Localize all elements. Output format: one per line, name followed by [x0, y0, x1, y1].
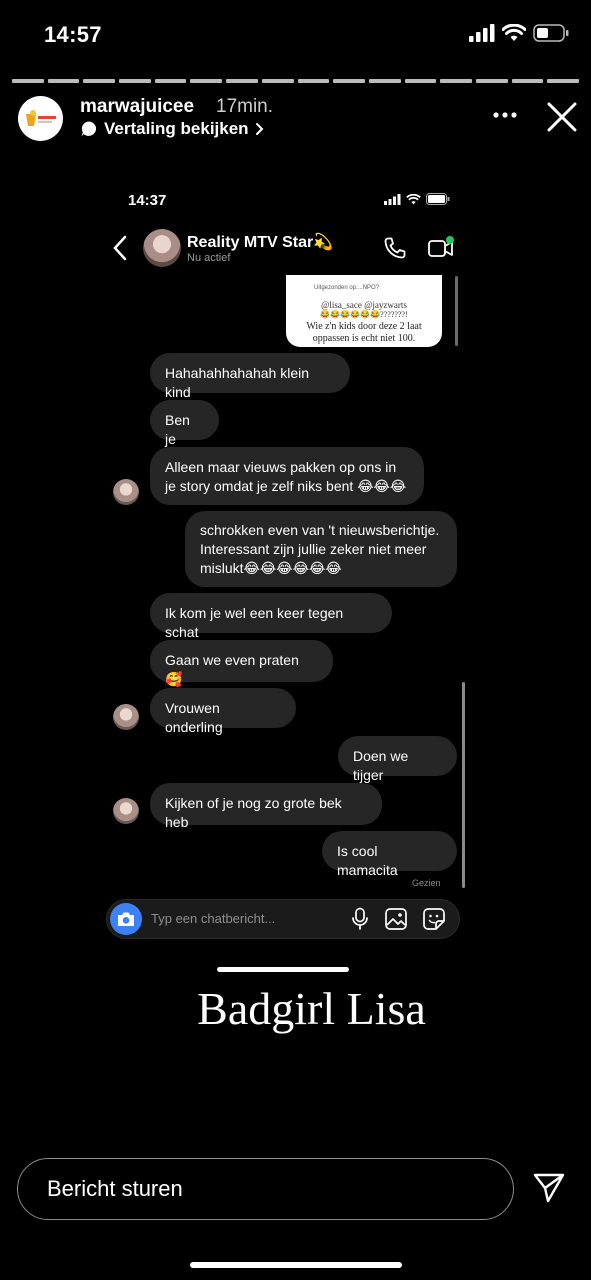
shared-post-card[interactable]: Uitgezonden op....NPO? @lisa_sace @jayzw… — [286, 275, 442, 347]
progress-segment — [547, 79, 579, 83]
online-dot — [446, 236, 454, 244]
progress-segment — [12, 79, 44, 83]
scrollbar-top[interactable] — [455, 276, 458, 346]
microphone-icon[interactable] — [351, 907, 369, 931]
camera-button[interactable] — [110, 903, 142, 935]
inner-status-time: 14:37 — [128, 192, 167, 209]
chat-contact-name[interactable]: Reality MTV Star💫 — [187, 232, 333, 252]
progress-segment — [297, 79, 330, 83]
progress-segment — [368, 79, 401, 83]
progress-segment — [261, 79, 294, 83]
video-call-icon[interactable] — [427, 235, 455, 261]
message-bubble-in[interactable]: Ben je — [150, 400, 219, 447]
inner-status-icons — [384, 193, 450, 205]
shared-post-line-2: oppassen is echt niet 100. — [312, 333, 416, 344]
progress-segment — [47, 79, 80, 83]
progress-segment — [511, 79, 544, 83]
message-bubble-in[interactable]: Hahahahhahahah klein kind — [150, 353, 350, 400]
phone-call-icon[interactable] — [383, 236, 407, 260]
progress-segment — [83, 79, 116, 83]
progress-segment — [190, 79, 223, 83]
progress-segment — [226, 79, 258, 83]
story-username[interactable]: marwajuicee — [80, 96, 194, 118]
close-icon[interactable] — [546, 101, 578, 133]
progress-segment — [119, 79, 151, 83]
progress-segment — [440, 79, 472, 83]
message-bubble-out[interactable]: Doen we tijger — [338, 736, 457, 783]
signal-icon — [384, 193, 401, 205]
juice-logo-icon — [25, 109, 56, 126]
story-time-ago: 17min. — [216, 96, 274, 117]
gallery-icon[interactable] — [384, 907, 408, 931]
progress-segment — [333, 79, 365, 83]
sender-avatar[interactable] — [113, 479, 139, 505]
home-indicator — [190, 1262, 402, 1268]
signal-icon — [469, 24, 495, 42]
chat-avatar[interactable] — [143, 229, 181, 267]
status-bar-time: 14:57 — [44, 22, 102, 47]
status-bar-icons — [469, 24, 569, 42]
message-bubble-in[interactable]: Kijken of je nog zo grote bek heb — [150, 783, 382, 830]
message-bubble-in[interactable]: Ik kom je wel een keer tegen schat — [150, 593, 392, 640]
reply-placeholder[interactable]: Bericht sturen — [47, 1176, 183, 1202]
message-bubble-in[interactable]: Vrouwen onderling — [150, 688, 296, 735]
progress-segment — [404, 79, 437, 83]
translate-link[interactable]: Vertaling bekijken — [80, 119, 265, 139]
story-caption-text: Badgirl Lisa — [197, 983, 426, 1034]
sender-avatar[interactable] — [113, 798, 139, 824]
seen-label: Gezien — [412, 878, 441, 888]
wifi-icon — [502, 24, 526, 41]
inner-home-indicator — [217, 967, 349, 972]
speech-bubble-icon — [81, 121, 97, 137]
story-caption: Badgirl Lisa — [0, 982, 591, 1035]
story-avatar[interactable] — [18, 96, 63, 141]
translate-label: Vertaling bekijken — [104, 119, 249, 138]
battery-icon — [533, 24, 569, 42]
composer-placeholder[interactable]: Typ een chatbericht... — [151, 911, 275, 926]
progress-segment — [154, 79, 187, 83]
message-bubble-out[interactable]: schrokken even van 't nieuwsberichtje. I… — [185, 511, 457, 587]
scrollbar[interactable] — [462, 682, 465, 888]
shared-post-tags: @lisa_sace @jayzwarts — [321, 300, 407, 310]
battery-icon — [426, 193, 450, 205]
more-options-icon[interactable] — [493, 104, 517, 118]
shared-post-emojis: 😂😂😂😂😂😂???????! — [320, 310, 408, 319]
wifi-icon — [406, 193, 421, 204]
sender-avatar[interactable] — [113, 704, 139, 730]
sticker-icon[interactable] — [422, 907, 446, 931]
story-progress-bar — [12, 79, 579, 83]
chat-status: Nu actief — [187, 252, 231, 264]
message-bubble-in[interactable]: Gaan we even praten 🥰 — [150, 640, 333, 687]
shared-post-top-text: Uitgezonden op....NPO? — [314, 285, 380, 291]
chevron-right-icon — [255, 123, 263, 135]
camera-icon — [118, 912, 134, 926]
progress-segment — [475, 79, 508, 83]
shared-post-line-1: Wie z'n kids door deze 2 laat — [306, 321, 422, 332]
send-icon[interactable] — [532, 1172, 566, 1204]
message-bubble-in[interactable]: Alleen maar vieuws pakken op ons in je s… — [150, 447, 424, 505]
back-chevron-icon[interactable] — [112, 234, 128, 262]
message-bubble-out[interactable]: Is cool mamacita — [322, 831, 457, 878]
